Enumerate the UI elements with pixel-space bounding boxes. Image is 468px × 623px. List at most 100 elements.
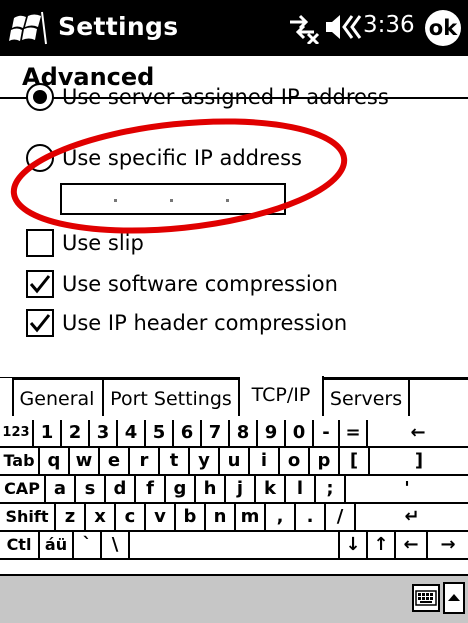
soft-keyboard: 123 1 2 3 4 5 6 7 8 9 0 - = ← Tab q w e …	[0, 418, 468, 573]
specific-ip-label: Use specific IP address	[62, 146, 302, 170]
key-n[interactable]: n	[206, 504, 236, 532]
key-s[interactable]: s	[76, 476, 106, 504]
key-left-bracket[interactable]: [	[340, 448, 370, 476]
key-y[interactable]: y	[190, 448, 220, 476]
specific-ip-radio[interactable]	[26, 144, 54, 172]
key-apostrophe[interactable]: '	[346, 476, 468, 504]
clock[interactable]: 3:36	[363, 12, 415, 38]
tab-port-settings[interactable]: Port Settings	[104, 378, 240, 416]
key-up-arrow[interactable]: ↑	[368, 532, 396, 560]
key-period[interactable]: .	[296, 504, 326, 532]
key-w[interactable]: w	[70, 448, 100, 476]
software-compression-label: Use software compression	[62, 272, 338, 296]
key-minus[interactable]: -	[314, 420, 340, 448]
key-right-arrow[interactable]: →	[428, 532, 468, 560]
tab-servers[interactable]: Servers	[324, 378, 410, 416]
key-semicolon[interactable]: ;	[316, 476, 346, 504]
tab-strip: General Port Settings TCP/IP Servers	[0, 376, 468, 418]
key-2[interactable]: 2	[62, 420, 90, 448]
ip-header-compression-option[interactable]: Use IP header compression	[26, 306, 347, 340]
server-assigned-ip-label: Use server-assigned IP address	[62, 85, 389, 109]
key-backspace[interactable]: ←	[368, 420, 468, 448]
key-enter[interactable]: ↵	[356, 504, 468, 532]
key-equals[interactable]: =	[340, 420, 368, 448]
ip-header-compression-label: Use IP header compression	[62, 311, 348, 335]
keyboard-glyph-icon	[415, 590, 437, 606]
key-3[interactable]: 3	[90, 420, 118, 448]
ip-separator-dot	[170, 199, 173, 202]
key-123[interactable]: 123	[0, 420, 34, 448]
use-slip-checkbox[interactable]	[26, 229, 54, 257]
connectivity-icon[interactable]	[286, 10, 320, 44]
key-down-arrow[interactable]: ↓	[340, 532, 368, 560]
ip-separator-dot	[226, 199, 229, 202]
key-0[interactable]: 0	[286, 420, 314, 448]
key-v[interactable]: v	[146, 504, 176, 532]
checkmark-icon	[29, 275, 51, 294]
key-ctrl[interactable]: Ctl	[0, 532, 40, 560]
title-bar: Settings 3:36 ok	[0, 0, 468, 56]
key-r[interactable]: r	[130, 448, 160, 476]
key-f[interactable]: f	[136, 476, 166, 504]
pocketpc-screen: Settings 3:36 ok Advanced Use server-ass…	[0, 0, 468, 623]
key-u[interactable]: u	[220, 448, 250, 476]
tab-general[interactable]: General	[12, 378, 104, 416]
key-j[interactable]: j	[226, 476, 256, 504]
volume-icon[interactable]	[322, 10, 362, 44]
software-compression-option[interactable]: Use software compression	[26, 267, 338, 301]
key-o[interactable]: o	[280, 448, 310, 476]
key-4[interactable]: 4	[118, 420, 146, 448]
key-8[interactable]: 8	[230, 420, 258, 448]
key-b[interactable]: b	[176, 504, 206, 532]
key-p[interactable]: p	[310, 448, 340, 476]
server-assigned-ip-radio[interactable]	[26, 83, 54, 111]
key-1[interactable]: 1	[34, 420, 62, 448]
key-k[interactable]: k	[256, 476, 286, 504]
specific-ip-option[interactable]: Use specific IP address	[26, 141, 302, 175]
ip-separator-dot	[114, 199, 117, 202]
key-left-arrow[interactable]: ←	[396, 532, 428, 560]
key-c[interactable]: c	[116, 504, 146, 532]
software-compression-checkbox[interactable]	[26, 270, 54, 298]
key-h[interactable]: h	[196, 476, 226, 504]
keyboard-icon[interactable]	[412, 584, 440, 612]
key-q[interactable]: q	[40, 448, 70, 476]
server-assigned-ip-option[interactable]: Use server-assigned IP address	[26, 80, 389, 114]
key-m[interactable]: m	[236, 504, 266, 532]
key-7[interactable]: 7	[202, 420, 230, 448]
key-slash[interactable]: /	[326, 504, 356, 532]
use-slip-option[interactable]: Use slip	[26, 226, 144, 260]
chevron-up-icon	[448, 594, 460, 601]
key-i[interactable]: i	[250, 448, 280, 476]
ok-button[interactable]: ok	[425, 10, 461, 46]
key-d[interactable]: d	[106, 476, 136, 504]
key-t[interactable]: t	[160, 448, 190, 476]
key-backtick[interactable]: `	[74, 532, 102, 560]
key-space[interactable]	[130, 532, 340, 560]
key-x[interactable]: x	[86, 504, 116, 532]
key-9[interactable]: 9	[258, 420, 286, 448]
key-z[interactable]: z	[56, 504, 86, 532]
key-e[interactable]: e	[100, 448, 130, 476]
key-a[interactable]: a	[46, 476, 76, 504]
input-selector-arrow[interactable]	[443, 582, 465, 614]
key-tab[interactable]: Tab	[0, 448, 40, 476]
key-caps[interactable]: CAP	[0, 476, 46, 504]
menu-bar	[0, 574, 468, 623]
key-comma[interactable]: ,	[266, 504, 296, 532]
key-g[interactable]: g	[166, 476, 196, 504]
key-6[interactable]: 6	[174, 420, 202, 448]
use-slip-label: Use slip	[62, 231, 144, 255]
key-right-bracket[interactable]: ]	[370, 448, 468, 476]
key-shift[interactable]: Shift	[0, 504, 56, 532]
tab-strip-filler	[410, 378, 468, 416]
key-international[interactable]: áü	[40, 532, 74, 560]
ip-header-compression-checkbox[interactable]	[26, 309, 54, 337]
tab-tcp-ip[interactable]: TCP/IP	[240, 376, 324, 416]
key-backslash[interactable]: \	[102, 532, 130, 560]
windows-start-icon[interactable]	[8, 8, 50, 48]
app-title: Settings	[58, 12, 179, 41]
key-l[interactable]: l	[286, 476, 316, 504]
ip-address-input[interactable]	[60, 183, 286, 215]
key-5[interactable]: 5	[146, 420, 174, 448]
